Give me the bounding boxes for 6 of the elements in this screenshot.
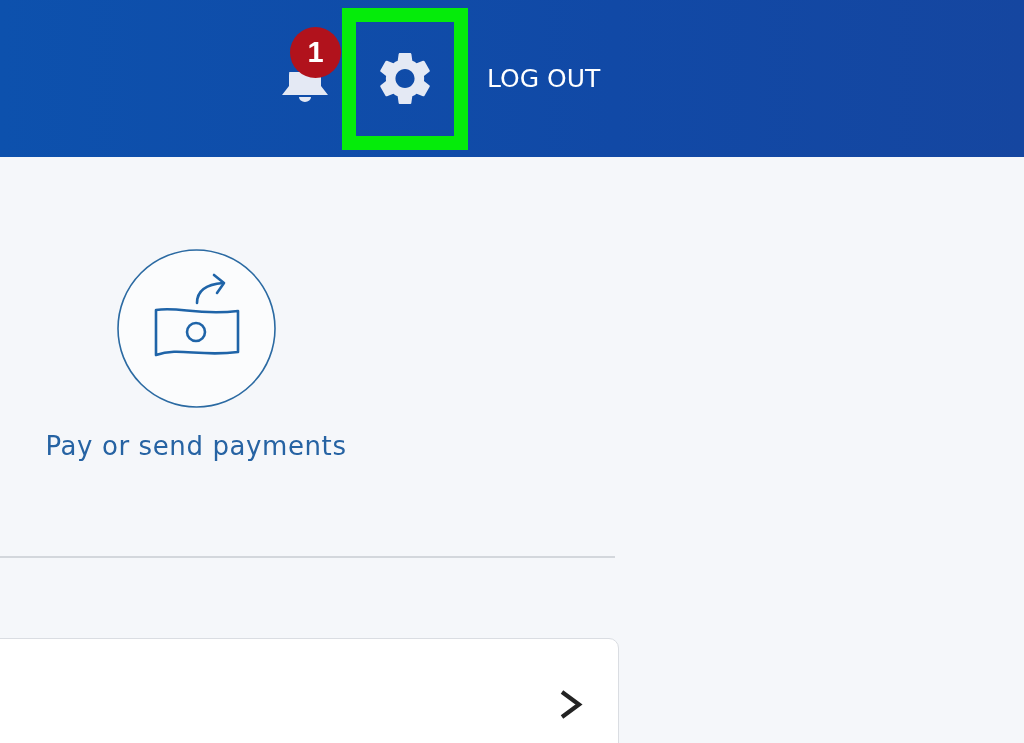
notification-badge: 1 xyxy=(290,27,341,78)
settings-icon[interactable] xyxy=(380,53,430,104)
chevron-right-icon xyxy=(559,689,583,720)
bell-icon[interactable] xyxy=(280,72,330,103)
logout-link[interactable]: LOG OUT xyxy=(487,64,601,93)
send-payment-button[interactable]: Pay or send payments xyxy=(36,249,356,462)
